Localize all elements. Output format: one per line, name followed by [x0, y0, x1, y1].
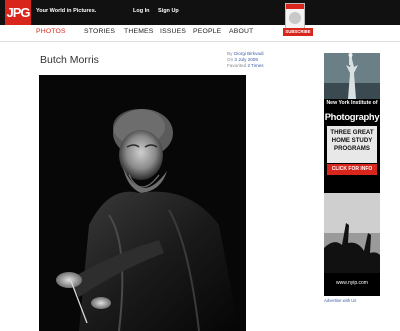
ad-crowd-image — [324, 193, 380, 273]
statue-of-liberty-image — [324, 53, 380, 99]
magazine-cover-icon[interactable] — [285, 3, 305, 29]
photo-meta: By Giorgi Birkvadi On 3 July 2008 Favori… — [227, 51, 264, 69]
photo-title: Butch Morris — [40, 54, 99, 66]
favorited-line: Favorited 2 Times — [227, 63, 264, 69]
nav-people[interactable]: PEOPLE — [193, 28, 221, 35]
nav-stories[interactable]: STORIES — [84, 28, 115, 35]
nav-photos[interactable]: PHOTOS — [36, 28, 66, 35]
ad-url[interactable]: www.nyip.com — [324, 280, 380, 286]
subscribe-button[interactable]: SUBSCRIBE — [283, 28, 313, 36]
main-nav: PHOTOS STORIES THEMES ISSUES PEOPLE ABOU… — [0, 26, 280, 39]
conductor-photo — [39, 75, 246, 331]
ad-institute-text: New York Institute of — [326, 100, 378, 106]
ad-line-3: PROGRAMS — [334, 145, 370, 152]
nav-divider — [0, 41, 400, 42]
magazine-band — [286, 4, 304, 9]
click-for-info-button[interactable]: CLICK FOR INFO — [327, 164, 377, 175]
signup-link[interactable]: Sign Up — [158, 8, 179, 14]
ad-photography-text: Photography — [324, 111, 380, 122]
date-link[interactable]: 3 July 2008 — [234, 57, 258, 62]
advertise-with-us-link[interactable]: Advertise with Us — [324, 298, 356, 303]
nav-about[interactable]: ABOUT — [229, 28, 253, 35]
date-prefix: On — [227, 57, 234, 62]
nav-themes[interactable]: THEMES — [124, 28, 154, 35]
tagline: Your World in Pictures. — [36, 8, 97, 14]
top-bar: JPG Your World in Pictures. Log In Sign … — [0, 0, 400, 25]
favorited-prefix: Favorited — [227, 63, 247, 68]
main-photo[interactable] — [39, 75, 246, 331]
nyip-ad[interactable]: New York Institute of Photography THREE … — [324, 53, 380, 296]
jpg-logo[interactable]: JPG — [5, 0, 31, 25]
ad-programs-box: THREE GREAT HOME STUDY PROGRAMS — [327, 126, 377, 163]
magazine-image — [289, 12, 301, 24]
by-prefix: By — [227, 51, 233, 56]
nav-issues[interactable]: ISSUES — [160, 28, 186, 35]
login-link[interactable]: Log In — [133, 8, 150, 14]
favorited-count[interactable]: 2 Times — [247, 63, 263, 68]
author-link[interactable]: Giorgi Birkvadi — [234, 51, 264, 56]
ad-line-1: THREE GREAT — [330, 129, 374, 136]
ad-line-2: HOME STUDY — [331, 137, 373, 144]
